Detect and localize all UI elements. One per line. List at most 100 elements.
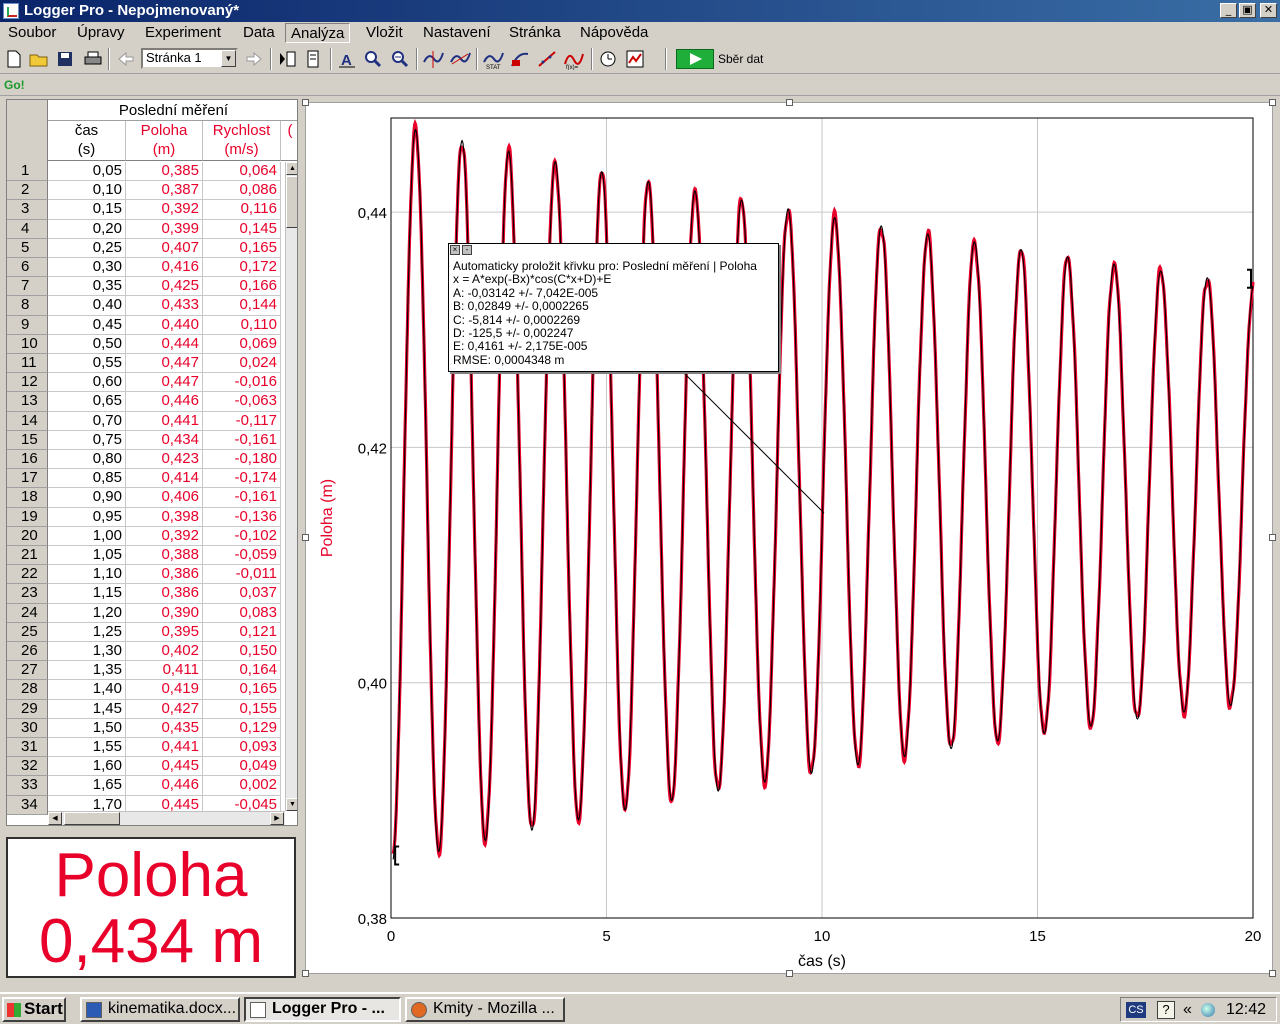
resize-handle[interactable] — [786, 970, 793, 977]
vertical-scrollbar[interactable]: ▲ ▼ — [285, 162, 297, 811]
cell-rychlost[interactable]: -0,102 — [203, 526, 281, 546]
close-icon[interactable]: × — [450, 245, 460, 255]
cell-rychlost[interactable]: 0,064 — [203, 162, 281, 182]
menu-napoveda[interactable]: Nápověda — [575, 23, 653, 43]
scroll-thumb[interactable] — [286, 176, 297, 228]
table-row[interactable]: 33 1,65 0,446 0,002 — [7, 776, 285, 796]
next-page-icon[interactable] — [243, 48, 265, 70]
cell-rychlost[interactable]: -0,016 — [203, 373, 281, 393]
cell-poloha[interactable]: 0,434 — [126, 430, 203, 450]
autoscale-icon[interactable]: A — [336, 48, 358, 70]
scroll-up-icon[interactable]: ▲ — [286, 162, 297, 175]
cell-cas[interactable]: 0,35 — [48, 277, 126, 297]
cell-cas[interactable]: 0,45 — [48, 315, 126, 335]
table-row[interactable]: 10 0,50 0,444 0,069 — [7, 334, 285, 354]
restore-button[interactable]: ▣ — [1239, 3, 1256, 18]
cell-poloha[interactable]: 0,433 — [126, 296, 203, 316]
cell-rychlost[interactable]: 0,110 — [203, 315, 281, 335]
open-folder-icon[interactable] — [28, 48, 50, 70]
cell-cas[interactable]: 0,85 — [48, 469, 126, 489]
close-button[interactable]: ✕ — [1260, 3, 1277, 18]
table-row[interactable]: 20 1,00 0,392 -0,102 — [7, 526, 285, 546]
table-row[interactable]: 26 1,30 0,402 0,150 — [7, 642, 285, 662]
curve-fit-icon[interactable]: f(x)= — [563, 48, 585, 70]
help-icon[interactable]: ? — [1157, 1001, 1175, 1019]
cell-poloha[interactable]: 0,423 — [126, 450, 203, 470]
cell-poloha[interactable]: 0,398 — [126, 507, 203, 527]
integral-icon[interactable] — [509, 48, 531, 70]
cell-rychlost[interactable]: 0,037 — [203, 584, 281, 604]
cell-rychlost[interactable]: -0,117 — [203, 411, 281, 431]
graph-panel[interactable]: 0 5 10 15 20 0,38 0,40 0,42 0,44 čas (s) Poloha (m… — [305, 102, 1273, 974]
data-browser-icon[interactable] — [302, 48, 324, 70]
table-row[interactable]: 15 0,75 0,434 -0,161 — [7, 430, 285, 450]
menu-analyza[interactable]: Analýza — [285, 23, 351, 43]
resize-handle[interactable] — [1269, 970, 1276, 977]
cell-poloha[interactable]: 0,392 — [126, 200, 203, 220]
table-row[interactable]: 6 0,30 0,416 0,172 — [7, 258, 285, 278]
tray-expand-icon[interactable]: « — [1183, 1001, 1192, 1019]
column-header-cas[interactable]: čas (s) — [48, 121, 126, 161]
cell-cas[interactable]: 0,70 — [48, 411, 126, 431]
cell-poloha[interactable]: 0,386 — [126, 584, 203, 604]
cell-rychlost[interactable]: 0,049 — [203, 757, 281, 777]
cell-cas[interactable]: 0,25 — [48, 238, 126, 258]
cell-rychlost[interactable]: -0,161 — [203, 430, 281, 450]
scroll-left-icon[interactable]: ◀ — [48, 812, 62, 825]
cell-rychlost[interactable]: 0,093 — [203, 738, 281, 758]
start-button[interactable]: Start — [2, 997, 66, 1022]
cell-cas[interactable]: 0,20 — [48, 219, 126, 239]
resize-handle[interactable] — [302, 534, 309, 541]
cell-cas[interactable]: 0,10 — [48, 181, 126, 201]
curve-fit-box[interactable]: × - Automaticky proložit křivku pro: Pos… — [448, 243, 779, 372]
table-row[interactable]: 14 0,70 0,441 -0,117 — [7, 411, 285, 431]
table-row[interactable]: 22 1,10 0,386 -0,011 — [7, 565, 285, 585]
table-row[interactable]: 29 1,45 0,427 0,155 — [7, 699, 285, 719]
table-row[interactable]: 8 0,40 0,433 0,144 — [7, 296, 285, 316]
table-row[interactable]: 18 0,90 0,406 -0,161 — [7, 488, 285, 508]
previous-page-icon[interactable] — [115, 48, 137, 70]
table-row[interactable]: 23 1,15 0,386 0,037 — [7, 584, 285, 604]
cell-rychlost[interactable]: 0,155 — [203, 699, 281, 719]
menu-vlozit[interactable]: Vložit — [361, 23, 408, 43]
linear-fit-icon[interactable] — [536, 48, 558, 70]
cell-cas[interactable]: 1,25 — [48, 622, 126, 642]
cell-poloha[interactable]: 0,390 — [126, 603, 203, 623]
table-view-icon[interactable] — [276, 48, 298, 70]
print-icon[interactable] — [82, 48, 104, 70]
cell-cas[interactable]: 0,65 — [48, 392, 126, 412]
statistics-icon[interactable]: STAT — [482, 48, 504, 70]
cell-cas[interactable]: 1,05 — [48, 546, 126, 566]
cell-poloha[interactable]: 0,441 — [126, 411, 203, 431]
scroll-down-icon[interactable]: ▼ — [286, 798, 297, 811]
minimize-icon[interactable]: - — [462, 245, 472, 255]
cell-poloha[interactable]: 0,446 — [126, 392, 203, 412]
table-row[interactable]: 3 0,15 0,392 0,116 — [7, 200, 285, 220]
resize-handle[interactable] — [1269, 534, 1276, 541]
table-row[interactable]: 28 1,40 0,419 0,165 — [7, 680, 285, 700]
menu-nastaveni[interactable]: Nastavení — [418, 23, 496, 43]
digital-meter[interactable]: Poloha 0,434 m — [6, 837, 296, 978]
resize-handle[interactable] — [786, 99, 793, 106]
column-header-extra[interactable]: ( — [281, 121, 297, 161]
table-row[interactable]: 1 0,05 0,385 0,064 — [7, 162, 285, 182]
cell-rychlost[interactable]: 0,086 — [203, 181, 281, 201]
cell-poloha[interactable]: 0,406 — [126, 488, 203, 508]
data-collection-settings-icon[interactable] — [597, 48, 619, 70]
horizontal-scrollbar[interactable]: ◀ ▶ — [48, 811, 285, 825]
table-row[interactable]: 27 1,35 0,411 0,164 — [7, 661, 285, 681]
scroll-thumb[interactable] — [64, 812, 120, 825]
menu-stranka[interactable]: Stránka — [504, 23, 566, 43]
cell-rychlost[interactable]: 0,144 — [203, 296, 281, 316]
column-header-poloha[interactable]: Poloha (m) — [126, 121, 203, 161]
cell-cas[interactable]: 0,30 — [48, 258, 126, 278]
cell-poloha[interactable]: 0,399 — [126, 219, 203, 239]
menu-upravy[interactable]: Úpravy — [72, 23, 130, 43]
cell-poloha[interactable]: 0,435 — [126, 718, 203, 738]
network-icon[interactable] — [1201, 1003, 1215, 1017]
cell-cas[interactable]: 1,35 — [48, 661, 126, 681]
cell-rychlost[interactable]: 0,165 — [203, 680, 281, 700]
minimize-button[interactable]: _ — [1220, 3, 1237, 18]
cell-poloha[interactable]: 0,387 — [126, 181, 203, 201]
cell-cas[interactable]: 1,65 — [48, 776, 126, 796]
